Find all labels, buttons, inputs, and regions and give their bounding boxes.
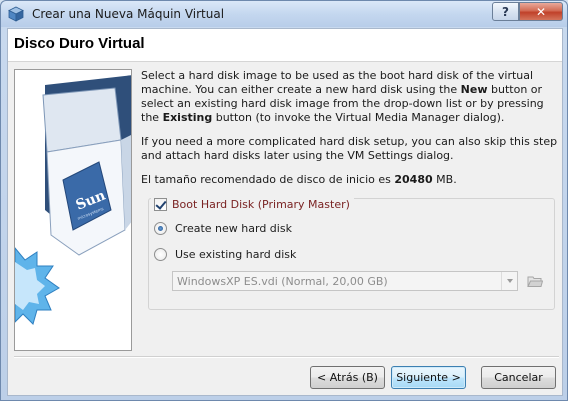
page-title: Disco Duro Virtual xyxy=(14,35,145,52)
recommended-size-text: El tamaño recomendado de disco de inicio… xyxy=(141,173,457,186)
checkbox-checked-icon[interactable] xyxy=(154,197,167,211)
dialog-window: Crear una Nueva Máquin Virtual ? ✕ Disco… xyxy=(0,0,568,401)
existing-disk-select[interactable]: WindowsXP ES.vdi (Normal, 20,00 GB) xyxy=(172,271,518,291)
page-header: Disco Duro Virtual xyxy=(8,29,562,62)
virtualbox-logo-image: Sun microsystems xyxy=(14,69,132,351)
boot-hard-disk-label: Boot Hard Disk (Primary Master) xyxy=(172,197,350,211)
title-bar[interactable]: Crear una Nueva Máquin Virtual ? ✕ xyxy=(1,1,567,27)
boot-hard-disk-checkbox[interactable]: Boot Hard Disk (Primary Master) xyxy=(151,195,354,213)
open-folder-icon xyxy=(527,276,543,287)
cancel-button[interactable]: Cancelar xyxy=(481,366,556,389)
create-new-disk-radio[interactable]: Create new hard disk xyxy=(154,222,292,235)
back-button[interactable]: < Atrás (B) xyxy=(310,366,385,389)
description-paragraph-2: If you need a more complicated hard disk… xyxy=(141,135,558,162)
radio-selected-icon[interactable] xyxy=(154,222,167,235)
window-title: Crear una Nueva Máquin Virtual xyxy=(32,7,225,21)
wizard-page: Disco Duro Virtual Sun microsystems Sele… xyxy=(7,28,563,396)
next-button[interactable]: Siguiente > xyxy=(391,366,466,389)
page-description: Select a hard disk image to be used as t… xyxy=(141,69,559,197)
help-button[interactable]: ? xyxy=(492,2,519,21)
use-existing-disk-radio[interactable]: Use existing hard disk xyxy=(154,248,296,261)
close-button[interactable]: ✕ xyxy=(519,2,563,21)
virtual-media-manager-button[interactable] xyxy=(525,271,545,291)
chevron-down-icon[interactable] xyxy=(501,272,517,290)
description-paragraph-1: Select a hard disk image to be used as t… xyxy=(141,69,544,124)
use-existing-disk-label: Use existing hard disk xyxy=(175,248,297,261)
recommended-size-value: 20480 xyxy=(394,173,433,186)
create-new-disk-label: Create new hard disk xyxy=(175,222,292,235)
virtualbox-app-icon xyxy=(8,6,24,22)
existing-disk-value: WindowsXP ES.vdi (Normal, 20,00 GB) xyxy=(177,274,388,288)
footer-separator xyxy=(14,356,559,358)
radio-unselected-icon[interactable] xyxy=(154,248,167,261)
